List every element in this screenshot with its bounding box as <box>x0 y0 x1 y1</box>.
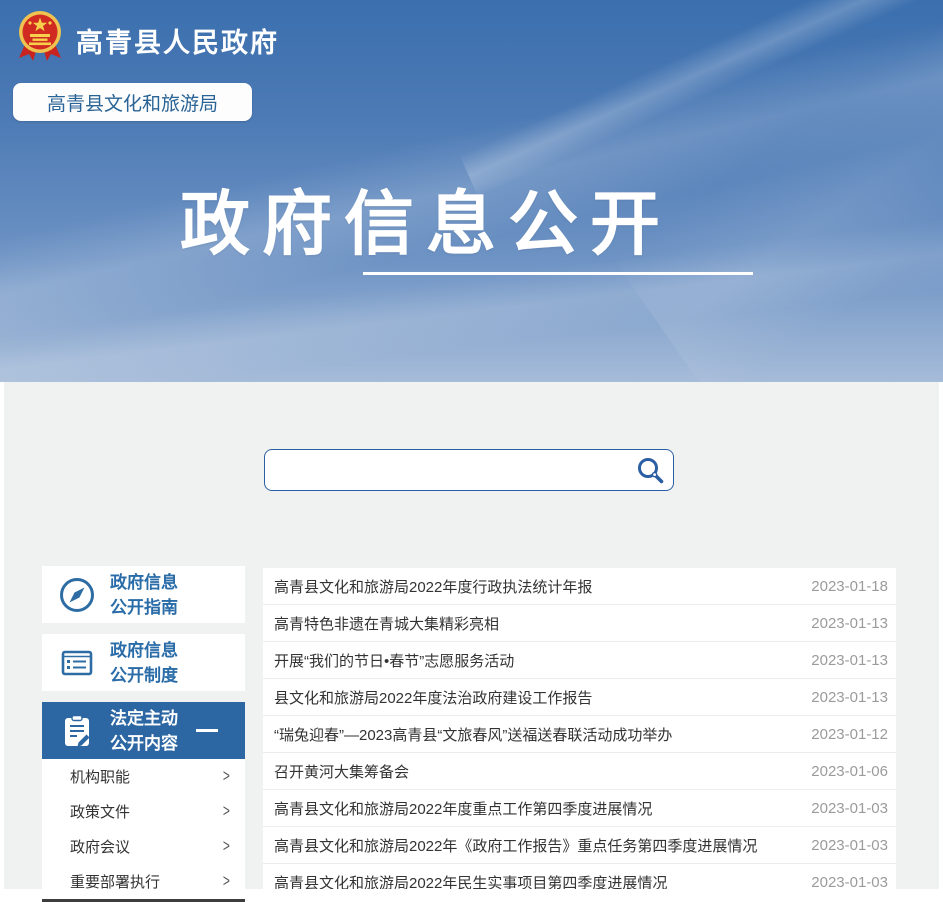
news-date: 2023-01-18 <box>811 578 888 595</box>
bureau-button[interactable]: 高青县文化和旅游局 <box>13 83 252 121</box>
news-date: 2023-01-03 <box>811 837 888 854</box>
search-input[interactable] <box>265 450 635 490</box>
page-title: 政府信息公开 <box>180 168 672 269</box>
chevron-right-icon: > <box>223 872 230 892</box>
chevron-right-icon: > <box>223 837 230 857</box>
document-list-icon <box>58 644 96 682</box>
sidebar-submenu: 机构职能 > 政策文件 > 政府会议 > 重要部署执行 > <box>42 759 245 899</box>
national-emblem-icon <box>16 8 64 64</box>
news-date: 2023-01-03 <box>811 874 888 890</box>
sidebar: 政府信息 公开指南 政府信息 公开制度 法定主动 公开内容 <box>42 566 245 902</box>
news-date: 2023-01-12 <box>811 726 888 743</box>
sidebar-item-gov-info-guide[interactable]: 政府信息 公开指南 <box>42 566 245 623</box>
search-button[interactable] <box>635 454 673 486</box>
news-row[interactable]: 高青县文化和旅游局2022年民生实事项目第四季度进展情况 2023-01-03 <box>263 864 896 889</box>
submenu-item-org-functions[interactable]: 机构职能 > <box>42 759 245 794</box>
news-title: 高青特色非遗在青城大集精彩亮相 <box>274 613 499 634</box>
news-row[interactable]: 高青特色非遗在青城大集精彩亮相 2023-01-13 <box>263 605 896 642</box>
submenu-item-policy-documents[interactable]: 政策文件 > <box>42 794 245 829</box>
news-date: 2023-01-13 <box>811 689 888 706</box>
search-box <box>264 449 674 491</box>
news-date: 2023-01-13 <box>811 652 888 669</box>
news-row[interactable]: 召开黄河大集筹备会 2023-01-06 <box>263 753 896 790</box>
submenu-item-key-deployments[interactable]: 重要部署执行 > <box>42 864 245 899</box>
news-title: 县文化和旅游局2022年度法治政府建设工作报告 <box>274 687 592 708</box>
sidebar-item-label: 法定主动 公开内容 <box>110 706 178 756</box>
site-header: 高青县人民政府 <box>16 8 279 64</box>
news-title: 召开黄河大集筹备会 <box>274 761 409 782</box>
news-title: 高青县文化和旅游局2022年《政府工作报告》重点任务第四季度进展情况 <box>274 835 757 856</box>
news-title: 高青县文化和旅游局2022年民生实事项目第四季度进展情况 <box>274 872 667 890</box>
news-list: 高青县文化和旅游局2022年度行政执法统计年报 2023-01-18 高青特色非… <box>263 568 896 889</box>
news-row[interactable]: 高青县文化和旅游局2022年度重点工作第四季度进展情况 2023-01-03 <box>263 790 896 827</box>
submenu-label: 政策文件 <box>70 801 130 822</box>
news-row[interactable]: 高青县文化和旅游局2022年度行政执法统计年报 2023-01-18 <box>263 568 896 605</box>
news-row[interactable]: 开展“我们的节日•春节”志愿服务活动 2023-01-13 <box>263 642 896 679</box>
submenu-label: 政府会议 <box>70 836 130 857</box>
sidebar-item-label: 政府信息 公开制度 <box>110 638 178 688</box>
compass-icon <box>58 576 96 614</box>
news-date: 2023-01-03 <box>811 800 888 817</box>
sidebar-item-gov-info-system[interactable]: 政府信息 公开制度 <box>42 634 245 691</box>
banner: 高青县人民政府 高青县文化和旅游局 政府信息公开 <box>0 0 943 382</box>
news-row[interactable]: 县文化和旅游局2022年度法治政府建设工作报告 2023-01-13 <box>263 679 896 716</box>
news-row[interactable]: 高青县文化和旅游局2022年《政府工作报告》重点任务第四季度进展情况 2023-… <box>263 827 896 864</box>
news-row[interactable]: “瑞兔迎春”—2023高青县“文旅春风”送福送春联活动成功举办 2023-01-… <box>263 716 896 753</box>
collapse-indicator-icon[interactable] <box>196 729 218 732</box>
sidebar-item-statutory-disclosure[interactable]: 法定主动 公开内容 <box>42 702 245 759</box>
clipboard-pencil-icon <box>58 712 96 750</box>
chevron-right-icon: > <box>223 767 230 787</box>
news-title: 高青县文化和旅游局2022年度重点工作第四季度进展情况 <box>274 798 652 819</box>
submenu-item-gov-meetings[interactable]: 政府会议 > <box>42 829 245 864</box>
news-date: 2023-01-06 <box>811 763 888 780</box>
news-title: “瑞兔迎春”—2023高青县“文旅春风”送福送春联活动成功举办 <box>274 724 672 745</box>
title-underline <box>363 272 753 275</box>
sidebar-item-label: 政府信息 公开指南 <box>110 570 178 620</box>
magnifier-icon <box>635 456 665 486</box>
news-date: 2023-01-13 <box>811 615 888 632</box>
news-title: 开展“我们的节日•春节”志愿服务活动 <box>274 650 514 671</box>
site-title: 高青县人民政府 <box>76 21 279 60</box>
news-title: 高青县文化和旅游局2022年度行政执法统计年报 <box>274 576 592 597</box>
submenu-label: 机构职能 <box>70 766 130 787</box>
chevron-right-icon: > <box>223 802 230 822</box>
